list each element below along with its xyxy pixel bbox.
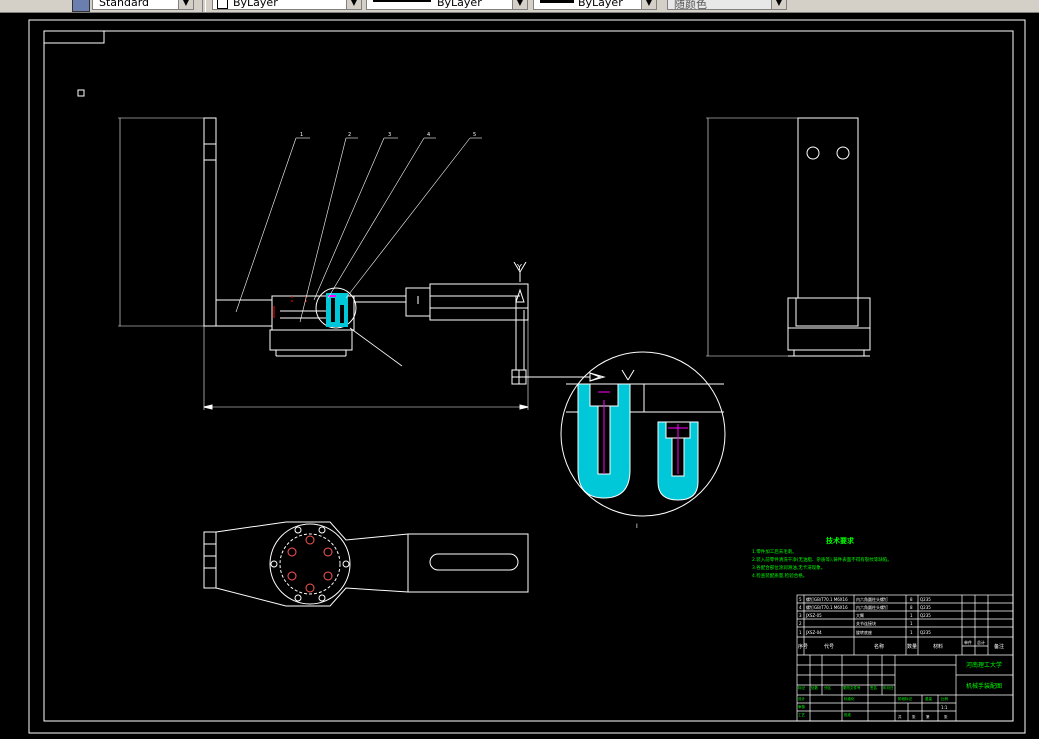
sheet-label: 张 xyxy=(944,714,948,719)
sheet-label: 张 xyxy=(912,714,916,719)
bom-cell: Q235 xyxy=(920,597,931,602)
bom-cell: 螺钉GB/T70.1 M6X16 xyxy=(806,596,848,602)
linetype-value: ByLayer xyxy=(437,0,482,9)
toolbar-separator xyxy=(202,0,206,12)
sheet-label: 共 xyxy=(898,714,902,719)
color-swatch-icon xyxy=(217,0,228,9)
tech-requirement-2: 2.装入前零件清洗干净(无油脂、杂质等),铸件表面不得有裂纹等缺陷。 xyxy=(752,556,892,563)
bom-table: 5 螺钉GB/T70.1 M6X16 内六角圆柱头螺钉 8 Q235 4 螺钉G… xyxy=(798,596,1004,650)
layer-select[interactable]: ByLayer ▼ xyxy=(212,0,362,10)
linetype-sample xyxy=(373,0,431,2)
plot-style-value: 随颜色 xyxy=(674,0,707,11)
bom-cell: 8 xyxy=(910,605,913,610)
corner-box xyxy=(43,30,105,44)
title-label: 分区 xyxy=(824,685,832,690)
bom-header: 备注 xyxy=(994,643,1004,650)
bom-cell: Q235 xyxy=(920,630,931,635)
bom-cell: 关节连接块 xyxy=(856,620,876,626)
tech-requirement-3: 3.各配合部位涂润滑油,无卡滞现象。 xyxy=(752,564,825,571)
bom-cell: 1 xyxy=(910,630,913,635)
chevron-down-icon[interactable]: ▼ xyxy=(771,0,786,9)
bom-cell: Q235 xyxy=(920,613,931,618)
chevron-down-icon[interactable]: ▼ xyxy=(641,0,656,9)
tech-requirement-4: 4.检查装配质量,检验合格。 xyxy=(752,572,807,579)
bom-header: 总计 xyxy=(977,639,985,645)
bom-cell: 大臂 xyxy=(856,612,864,618)
title-label: 阶段标记 xyxy=(898,696,912,701)
inner-border xyxy=(43,30,1014,722)
chevron-down-icon[interactable]: ▼ xyxy=(512,0,527,9)
title-label: 比例 xyxy=(941,696,949,701)
title-label: 签名 xyxy=(870,685,877,690)
lineweight-select[interactable]: ByLayer ▼ xyxy=(533,0,657,10)
bom-cell: JXSZ-04 xyxy=(805,630,822,635)
section-label: I xyxy=(636,523,638,530)
bom-cell: 1 xyxy=(910,613,913,618)
drawing-title: 机械手装配图 xyxy=(966,682,1002,690)
bom-cell: 1 xyxy=(910,621,913,626)
weld-symbol: Y xyxy=(516,263,522,272)
tech-requirements-title: 技术要求 xyxy=(826,536,855,545)
bom-cell: 4 xyxy=(799,605,802,610)
front-view xyxy=(118,117,602,410)
bom-header: 序号 xyxy=(798,643,808,650)
title-label: 设计 xyxy=(798,696,806,701)
bom-header: 代号 xyxy=(824,643,834,650)
chevron-down-icon[interactable]: ▼ xyxy=(178,0,193,9)
title-label: 审核 xyxy=(798,704,806,709)
top-view xyxy=(203,521,529,607)
tech-requirement-1: 1.零件加工后去毛刺。 xyxy=(752,548,797,555)
scale-value: 1:1 xyxy=(941,705,948,710)
bom-cell: 内六角圆柱头螺钉 xyxy=(856,604,888,610)
title-label: 工艺 xyxy=(798,712,806,717)
chevron-down-icon[interactable]: ▼ xyxy=(346,0,361,9)
bom-header: 单件 xyxy=(964,639,972,645)
bom-cell: 螺钉GB/T70.1 M6X16 xyxy=(806,604,848,610)
title-label: 更改文件号 xyxy=(843,685,861,690)
bom-header: 名称 xyxy=(874,643,884,650)
bom-header: 材料 xyxy=(933,643,943,650)
part-number-5: 5 xyxy=(473,132,476,138)
lineweight-sample xyxy=(540,0,574,3)
title-label: 处数 xyxy=(811,685,819,690)
university-name: 河南理工大学 xyxy=(966,661,1002,669)
sheet-label: 第 xyxy=(926,714,930,719)
title-label: 批准 xyxy=(844,712,852,717)
text-style-select[interactable]: Standard ▼ xyxy=(92,0,194,10)
part-number-1: 1 xyxy=(300,132,303,138)
part-number-3: 3 xyxy=(388,132,391,138)
title-label: 标准化 xyxy=(844,696,855,701)
bom-header: 数量 xyxy=(907,643,917,650)
part-number-2: 2 xyxy=(348,132,351,138)
bom-cell: 旋转底座 xyxy=(856,629,872,635)
bom-cell: 8 xyxy=(910,597,913,602)
bom-cell: 2 xyxy=(799,621,802,626)
linetype-select[interactable]: ByLayer ▼ xyxy=(366,0,528,10)
bom-cell: 3 xyxy=(799,613,802,618)
side-view xyxy=(706,117,871,357)
bom-cell: JXSZ-05 xyxy=(805,613,822,618)
text-style-icon[interactable] xyxy=(72,0,90,12)
layer-value: ByLayer xyxy=(233,0,278,9)
text-style-value: Standard xyxy=(99,0,150,9)
bom-cell: 1 xyxy=(799,630,802,635)
plot-style-select[interactable]: 随颜色 ▼ xyxy=(667,0,787,11)
lineweight-value: ByLayer xyxy=(578,0,623,9)
part-number-4: 4 xyxy=(427,132,430,138)
title-label: 重量 xyxy=(925,696,933,701)
title-label: 标记 xyxy=(798,685,806,690)
title-label: 年月日 xyxy=(883,685,894,690)
ucs-marker xyxy=(77,89,85,97)
bom-cell: 5 xyxy=(799,597,802,602)
title-block xyxy=(796,594,1014,722)
drawing-canvas[interactable]: 1 2 3 4 5 Y I 技术要求 1.零件加工后去毛刺。 2.装入前零件清洗… xyxy=(0,12,1039,739)
bom-cell: 内六角圆柱头螺钉 xyxy=(856,596,888,602)
bom-cell: Q235 xyxy=(920,605,931,610)
